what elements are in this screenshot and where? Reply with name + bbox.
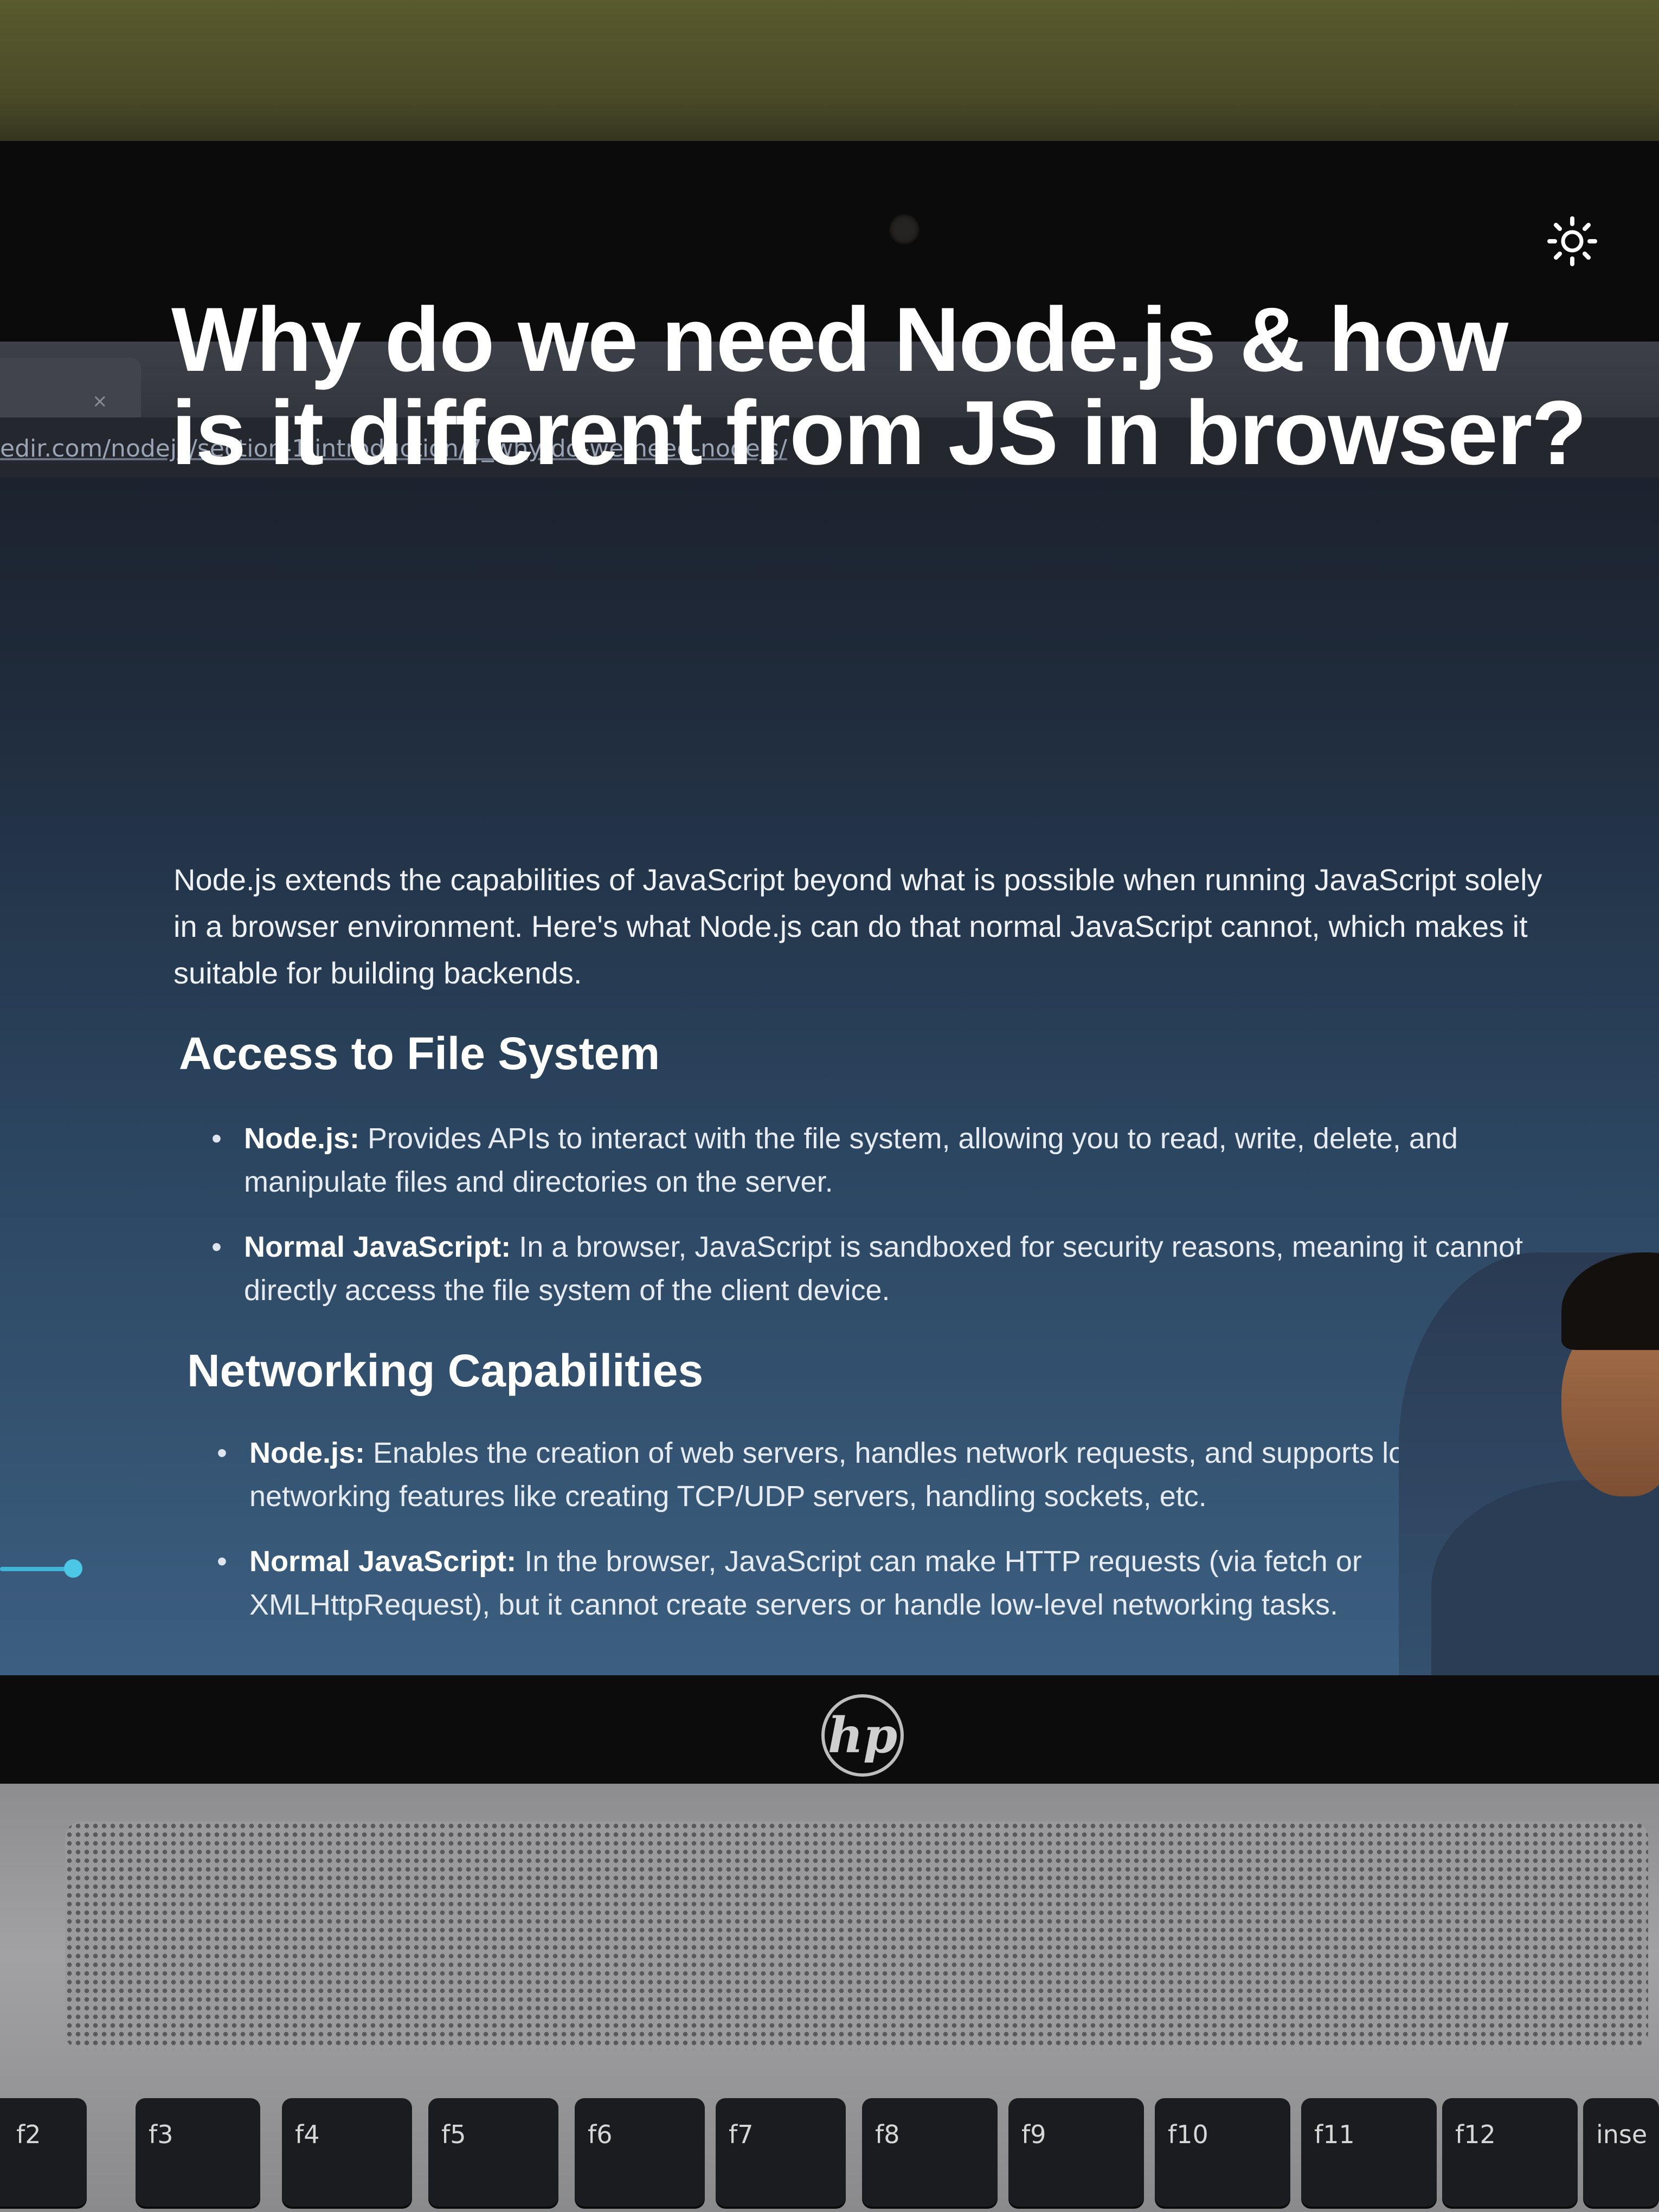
function-key-row: f2 f3 f4 f5 f6 f7 f8 f9 f10 f11 f12 inse bbox=[0, 2082, 1659, 2212]
page-title-line-2: is it different from JS in browser? bbox=[171, 382, 1587, 484]
section-heading-file-system: Access to File System bbox=[179, 1028, 660, 1079]
key-f12[interactable]: f12 bbox=[1442, 2098, 1578, 2207]
list-item-label: Normal JavaScript: bbox=[244, 1231, 511, 1263]
file-system-list: Node.js: Provides APIs to interact with … bbox=[211, 1117, 1523, 1334]
video-progress-handle[interactable] bbox=[64, 1559, 82, 1578]
speaker-grille bbox=[65, 1822, 1648, 2049]
list-item-label: Normal JavaScript: bbox=[249, 1545, 517, 1578]
page-title-line-1: Why do we need Node.js & how bbox=[171, 288, 1508, 390]
presenter-body bbox=[1431, 1480, 1659, 1675]
page-title: Why do we need Node.js & how is it diffe… bbox=[171, 293, 1603, 479]
list-item-label: Node.js: bbox=[249, 1437, 365, 1469]
sun-icon bbox=[1547, 216, 1597, 266]
key-f10[interactable]: f10 bbox=[1155, 2098, 1290, 2207]
key-label: f3 bbox=[149, 2120, 173, 2149]
background-wall bbox=[0, 0, 1659, 163]
networking-list: Node.js: Enables the creation of web ser… bbox=[217, 1431, 1529, 1648]
key-label: f9 bbox=[1021, 2120, 1046, 2149]
key-f8[interactable]: f8 bbox=[862, 2098, 998, 2207]
theme-toggle-button[interactable] bbox=[1542, 211, 1602, 271]
key-label: f4 bbox=[295, 2120, 320, 2149]
key-label: f6 bbox=[588, 2120, 613, 2149]
key-insert[interactable]: inse bbox=[1583, 2098, 1659, 2207]
key-label: f7 bbox=[729, 2120, 754, 2149]
list-item-text: Provides APIs to interact with the file … bbox=[244, 1122, 1458, 1198]
key-f5[interactable]: f5 bbox=[428, 2098, 558, 2207]
list-item: Normal JavaScript: In a browser, JavaScr… bbox=[211, 1225, 1523, 1312]
list-item: Node.js: Provides APIs to interact with … bbox=[211, 1117, 1523, 1204]
key-f7[interactable]: f7 bbox=[716, 2098, 846, 2207]
presenter-hair bbox=[1561, 1252, 1659, 1350]
list-item-label: Node.js: bbox=[244, 1122, 360, 1155]
key-f4[interactable]: f4 bbox=[282, 2098, 412, 2207]
list-item: Normal JavaScript: In the browser, JavaS… bbox=[217, 1540, 1529, 1626]
key-f3[interactable]: f3 bbox=[136, 2098, 260, 2207]
key-label: inse bbox=[1596, 2120, 1648, 2149]
presenter-video-overlay bbox=[1399, 1252, 1659, 1675]
key-f2[interactable]: f2 bbox=[0, 2098, 87, 2207]
tab-close-icon[interactable]: × bbox=[92, 390, 108, 412]
hp-logo: hp bbox=[821, 1694, 904, 1777]
key-label: f8 bbox=[875, 2120, 900, 2149]
key-f11[interactable]: f11 bbox=[1301, 2098, 1437, 2207]
key-label: f10 bbox=[1168, 2120, 1208, 2149]
key-f6[interactable]: f6 bbox=[575, 2098, 705, 2207]
key-label: f11 bbox=[1314, 2120, 1355, 2149]
list-item: Node.js: Enables the creation of web ser… bbox=[217, 1431, 1529, 1518]
list-item-text: Enables the creation of web servers, han… bbox=[249, 1437, 1496, 1513]
webcam bbox=[889, 214, 919, 245]
intro-paragraph: Node.js extends the capabilities of Java… bbox=[173, 863, 1542, 990]
key-label: f12 bbox=[1455, 2120, 1496, 2149]
key-label: f5 bbox=[441, 2120, 466, 2149]
browser-tab[interactable]: × bbox=[0, 358, 141, 417]
section-heading-networking: Networking Capabilities bbox=[187, 1345, 704, 1396]
key-label: f2 bbox=[16, 2120, 41, 2149]
key-f9[interactable]: f9 bbox=[1008, 2098, 1144, 2207]
